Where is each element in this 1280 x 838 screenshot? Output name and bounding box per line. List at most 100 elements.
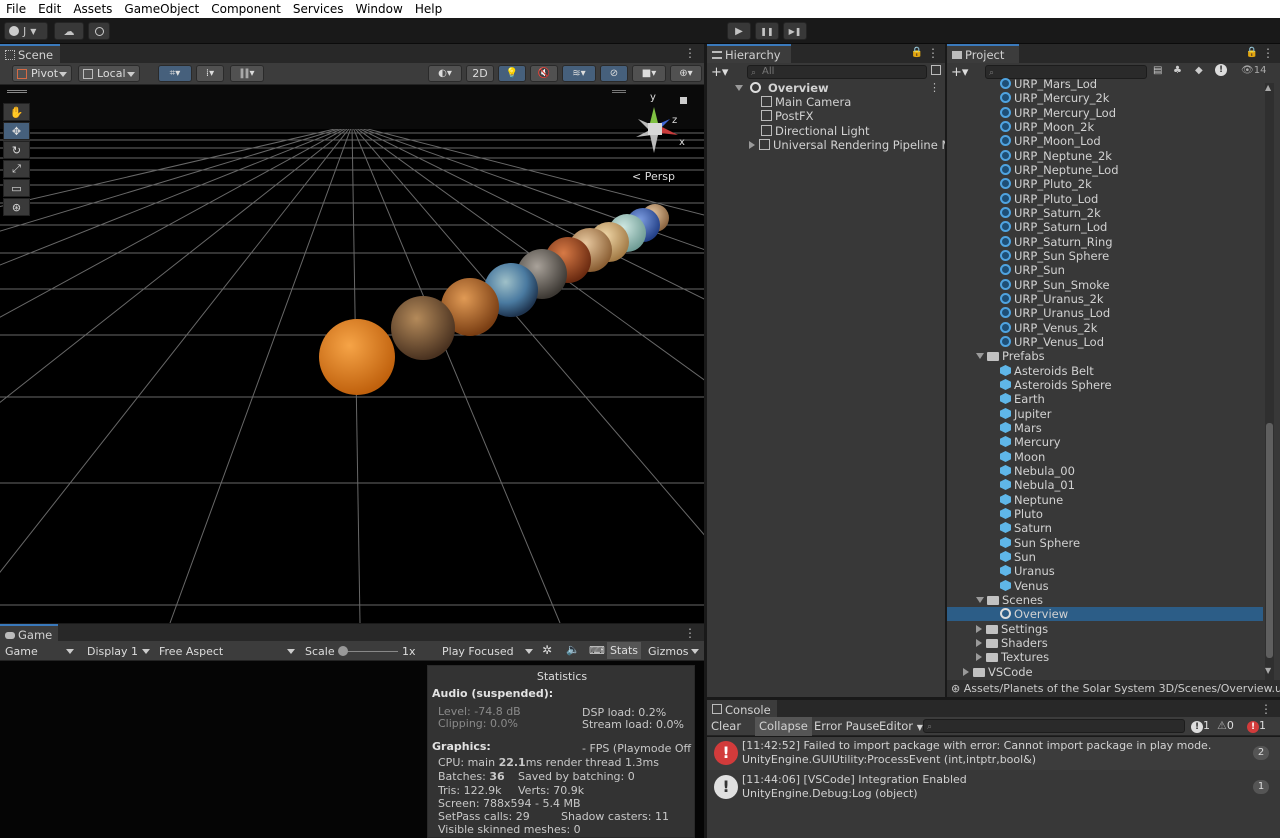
cloud-button[interactable]: ☁ [54,22,84,40]
console-more-icon[interactable]: ⋮ [1260,702,1272,716]
scene-item-overview[interactable]: Overview [947,607,1263,621]
gizmos-scene-button[interactable]: ⊕▾ [670,65,702,82]
hierarchy-item[interactable]: PostFX [761,109,814,123]
menu-edit[interactable]: Edit [32,2,67,16]
account-dropdown[interactable]: J ▼ [4,22,48,40]
console-search-input[interactable]: ⌕ [923,719,1185,733]
folder-item[interactable]: Textures [976,650,1049,664]
prefab-item[interactable]: Neptune [1000,493,1063,507]
snap-increment-button[interactable]: ⁞▾ [196,65,224,82]
hand-tool[interactable]: ✋ [3,103,30,121]
more-menu-icon[interactable]: ⋮ [684,46,696,60]
shading-mode-button[interactable]: ◐▾ [428,65,462,82]
menu-assets[interactable]: Assets [67,2,118,16]
tab-scene[interactable]: Scene [0,44,60,64]
log-entry[interactable]: ! [11:42:52] Failed to import package wi… [707,737,1280,770]
tag-icon[interactable]: ◆ [1195,65,1203,76]
scale-slider-track[interactable] [340,651,398,652]
prefab-item[interactable]: Uranus [1000,564,1055,578]
collapse-button[interactable]: Collapse [755,717,812,736]
alert-icon[interactable]: ! [1215,64,1227,76]
prefab-item[interactable]: Nebula_01 [1000,478,1075,492]
palette-handle[interactable] [7,90,27,93]
search-by-type-icon[interactable]: ▤ [1153,65,1162,76]
hierarchy-search-input[interactable]: ⌕ All [747,65,927,79]
folder-vscode[interactable]: VSCode [963,665,1033,679]
folder-item[interactable]: Shaders [976,636,1048,650]
tab-project[interactable]: Project [947,44,1019,64]
material-item[interactable]: URP_Sun [1000,263,1065,277]
game-view-dropdown[interactable]: Game [0,643,78,660]
material-item[interactable]: URP_Mercury_2k [1000,91,1109,105]
material-item[interactable]: URP_Neptune_2k [1000,149,1112,163]
scroll-up-icon[interactable]: ▲ [1265,83,1271,92]
prefab-item[interactable]: Mars [1000,421,1042,435]
transform-tool[interactable]: ⊛ [3,198,30,216]
material-item[interactable]: URP_Mercury_Lod [1000,106,1116,120]
display-dropdown[interactable]: Display 1 [82,643,154,660]
hierarchy-item[interactable]: Main Camera [761,95,851,109]
hierarchy-lock-icon[interactable]: 🔒 [911,47,923,58]
menu-window[interactable]: Window [350,2,409,16]
gizmo-handle[interactable] [612,90,626,93]
material-item[interactable]: URP_Venus_Lod [1000,335,1104,349]
scale-tool[interactable]: ⤢ [3,160,30,178]
mode-2d-button[interactable]: 2D [466,65,494,82]
effects-button[interactable]: ≋▾ [562,65,596,82]
menu-file[interactable]: File [0,2,32,16]
move-tool[interactable]: ✥ [3,122,30,140]
play-mode-dropdown[interactable]: Play Focused [437,643,537,660]
material-item[interactable]: URP_Sun Sphere [1000,249,1109,263]
audio-button[interactable]: 🔇 [530,65,558,82]
collab-button[interactable] [88,22,110,40]
editor-dropdown[interactable]: Editor ▼ [875,717,927,736]
warning-filter[interactable]: ⚠0 [1217,719,1234,732]
rotate-tool[interactable]: ↻ [3,141,30,159]
prefab-item[interactable]: Saturn [1000,521,1052,535]
prefab-item[interactable]: Nebula_00 [1000,464,1075,478]
stats-toggle[interactable]: Stats [607,642,641,659]
material-item[interactable]: URP_Sun_Smoke [1000,278,1110,292]
prefab-item[interactable]: Pluto [1000,507,1043,521]
project-lock-icon[interactable]: 🔒 [1246,47,1258,58]
clear-button[interactable]: Clear [707,717,745,736]
error-pause-button[interactable]: Error Pause [810,717,884,736]
bug-icon[interactable]: ✲ [542,643,552,657]
pause-button[interactable]: ❚❚ [755,22,779,40]
play-button[interactable]: ▶ [727,22,751,40]
prefab-item[interactable]: Asteroids Belt [1000,364,1094,378]
menu-component[interactable]: Component [205,2,287,16]
material-item[interactable]: URP_Uranus_Lod [1000,306,1110,320]
material-item[interactable]: URP_Pluto_Lod [1000,192,1098,206]
create-button[interactable]: +▾ [711,65,728,80]
menu-gameobject[interactable]: GameObject [118,2,205,16]
grid-snap-button[interactable]: ⌗▾ [158,65,192,82]
planet-mercury[interactable] [391,296,455,360]
visibility-button[interactable]: ⊘ [600,65,628,82]
project-scroll-thumb[interactable] [1266,423,1273,658]
hierarchy-more-icon[interactable]: ⋮ [927,46,939,60]
material-item[interactable]: URP_Moon_Lod [1000,134,1101,148]
keyboard-icon[interactable]: ⌨ [589,644,605,657]
gizmos-dropdown[interactable]: Gizmos [643,643,703,660]
material-item[interactable]: URP_Saturn_Ring [1000,235,1113,249]
prefab-item[interactable]: Sun Sphere [1000,536,1080,550]
scene-root[interactable]: Overview [735,81,829,95]
scroll-down-icon[interactable]: ▼ [1265,666,1271,675]
scene-viewport[interactable]: ✋ ✥ ↻ ⤢ ▭ ⊛ y z x < Persp [0,85,704,623]
hidden-packages-count[interactable]: 👁14 [1241,65,1266,76]
folder-prefabs[interactable]: Prefabs [976,349,1045,363]
material-item[interactable]: URP_Moon_2k [1000,120,1094,134]
material-item[interactable]: URP_Saturn_2k [1000,206,1101,220]
tab-hierarchy[interactable]: Hierarchy [707,44,791,64]
prefab-item[interactable]: Jupiter [1000,407,1052,421]
lighting-button[interactable]: 💡 [498,65,526,82]
aspect-dropdown[interactable]: Free Aspect [154,643,299,660]
hierarchy-item[interactable]: Universal Rendering Pipeline Mat [749,138,963,152]
camera-button[interactable]: ■▾ [632,65,666,82]
game-more-menu-icon[interactable]: ⋮ [684,626,696,640]
prefab-item[interactable]: Moon [1000,450,1045,464]
scale-slider-thumb[interactable] [338,646,348,656]
material-item[interactable]: URP_Saturn_Lod [1000,220,1107,234]
pivot-dropdown[interactable]: Pivot [12,65,72,82]
